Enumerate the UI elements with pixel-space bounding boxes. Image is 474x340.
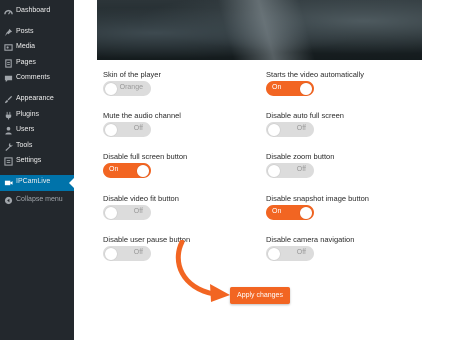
disable-user-pause-toggle[interactable]: Off [103, 246, 151, 261]
video-preview [97, 0, 422, 60]
toggle-state: Off [296, 249, 306, 256]
toggle-knob [268, 164, 280, 177]
option-mute-audio: Mute the audio channel Off [103, 111, 181, 137]
sidebar-item-media[interactable]: Media [0, 40, 74, 56]
option-label: Disable video fit button [103, 194, 179, 203]
sidebar-item-label: Settings [16, 157, 42, 164]
sidebar-item-pages[interactable]: Pages [0, 56, 74, 72]
option-label: Disable camera navigation [266, 235, 355, 244]
toggle-knob [105, 206, 117, 219]
option-skin: Skin of the player Orange [103, 70, 161, 96]
sidebar-item-label: Appearance [16, 95, 54, 102]
toggle-knob [300, 82, 312, 95]
disable-video-fit-toggle[interactable]: Off [103, 205, 151, 220]
sidebar-item-label: Tools [16, 142, 33, 149]
toggle-state: Off [133, 125, 143, 132]
sidebar-item-dashboard[interactable]: Dashboard [0, 4, 74, 20]
users-icon [5, 126, 12, 135]
option-label: Disable full screen button [103, 152, 188, 161]
disable-fullscreen-toggle[interactable]: On [103, 163, 151, 178]
sidebar-item-comments[interactable]: Comments [0, 71, 74, 87]
brush-icon [4, 95, 13, 104]
toggle-state: Orange [119, 84, 143, 91]
plug-icon [5, 111, 12, 120]
sidebar-item-label: Comments [16, 74, 50, 81]
sidebar-item-settings[interactable]: Settings [0, 154, 74, 170]
sidebar-item-users[interactable]: Users [0, 123, 74, 139]
toggle-state: Off [296, 125, 306, 132]
page-icon [5, 59, 12, 68]
settings-icon [4, 157, 13, 166]
pin-icon [4, 28, 13, 37]
disable-camera-navigation-toggle[interactable]: Off [266, 246, 314, 261]
mute-audio-toggle[interactable]: Off [103, 122, 151, 137]
toggle-knob [137, 164, 149, 177]
disable-auto-fullscreen-toggle[interactable]: Off [266, 122, 314, 137]
toggle-state: On [109, 166, 119, 173]
sidebar-item-label: Collapse menu [16, 196, 63, 203]
dashboard-icon [4, 9, 13, 15]
toggle-state: Off [133, 249, 143, 256]
autostart-toggle[interactable]: On [266, 81, 314, 96]
option-disable-fullscreen: Disable full screen button On [103, 152, 188, 178]
toggle-knob [105, 123, 117, 136]
toggle-state: On [272, 84, 282, 91]
sidebar-item-label: Pages [16, 59, 36, 66]
sidebar-item-label: IPCamLive [16, 178, 51, 185]
toggle-state: Off [133, 208, 143, 215]
sidebar-item-plugins[interactable]: Plugins [0, 108, 74, 124]
toggle-state: On [272, 208, 282, 215]
option-autostart: Starts the video automatically On [266, 70, 364, 96]
toggle-knob [300, 206, 312, 219]
skin-toggle[interactable]: Orange [103, 81, 151, 96]
option-disable-video-fit: Disable video fit button Off [103, 194, 179, 220]
option-label: Skin of the player [103, 70, 161, 79]
sidebar-item-label: Posts [16, 28, 34, 35]
sidebar-item-ipcamlive[interactable]: IPCamLive [0, 175, 74, 191]
disable-snapshot-toggle[interactable]: On [266, 205, 314, 220]
sidebar-item-posts[interactable]: Posts [0, 25, 74, 41]
option-disable-zoom: Disable zoom button Off [266, 152, 335, 178]
collapse-icon [4, 196, 13, 205]
collapse-menu-button[interactable]: Collapse menu [0, 193, 74, 209]
toggle-knob [268, 123, 280, 136]
camera-icon [4, 180, 13, 186]
option-disable-auto-fullscreen: Disable auto full screen Off [266, 111, 344, 137]
option-label: Starts the video automatically [266, 70, 364, 79]
option-label: Mute the audio channel [103, 111, 181, 120]
pointer-arrow-icon [175, 240, 230, 302]
toggle-knob [105, 82, 117, 95]
disable-zoom-toggle[interactable]: Off [266, 163, 314, 178]
wrench-icon [5, 142, 13, 151]
toggle-knob [105, 247, 117, 260]
option-label: Disable auto full screen [266, 111, 344, 120]
sidebar-item-label: Users [16, 126, 35, 133]
toggle-state: Off [296, 166, 306, 173]
sidebar-item-label: Media [16, 43, 36, 50]
sidebar-item-label: Plugins [16, 111, 39, 118]
option-disable-snapshot: Disable snapshot image button On [266, 194, 369, 220]
option-label: Disable snapshot image button [266, 194, 369, 203]
admin-sidebar: Dashboard Posts Media Pages Comments App… [0, 0, 74, 340]
option-label: Disable zoom button [266, 152, 335, 161]
main-content: Skin of the player Orange Mute the audio… [74, 0, 474, 340]
apply-changes-button[interactable]: Apply changes [230, 287, 290, 304]
sidebar-item-tools[interactable]: Tools [0, 139, 74, 155]
comment-icon [4, 75, 13, 83]
media-icon [4, 44, 13, 51]
toggle-knob [268, 247, 280, 260]
sidebar-item-label: Dashboard [16, 7, 51, 14]
sidebar-item-appearance[interactable]: Appearance [0, 92, 74, 108]
option-disable-camera-navigation: Disable camera navigation Off [266, 235, 355, 261]
